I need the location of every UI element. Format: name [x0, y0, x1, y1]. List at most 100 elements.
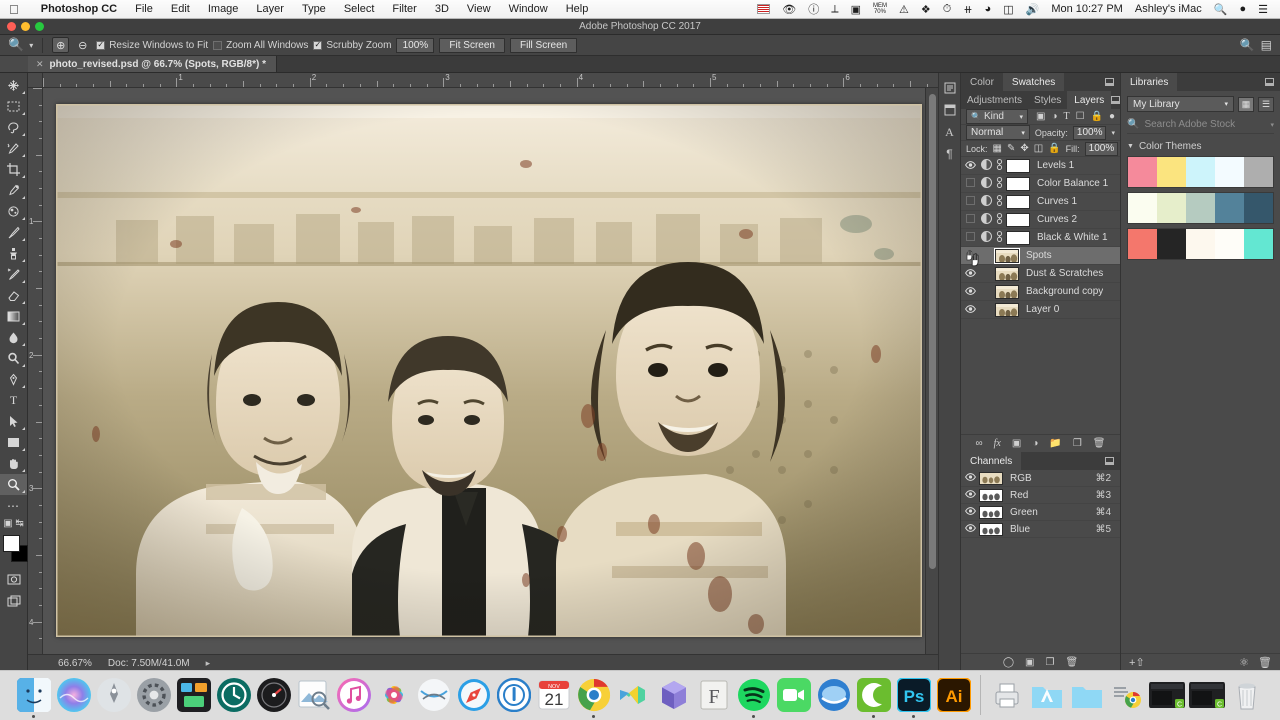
- horizontal-ruler[interactable]: 1234567: [43, 73, 938, 88]
- layer-visibility-on-icon[interactable]: [961, 286, 979, 297]
- layer-row[interactable]: Layer 0: [961, 301, 1120, 319]
- lock-artboard-icon[interactable]: ◫: [1034, 143, 1043, 154]
- layer-mask-thumbnail[interactable]: [1006, 212, 1030, 227]
- layer-mask-link-icon[interactable]: [993, 159, 1006, 172]
- menu-view[interactable]: View: [458, 3, 500, 15]
- time-icon[interactable]: ⏱: [937, 3, 958, 16]
- crop-tool[interactable]: [0, 159, 27, 180]
- layer-mask-thumbnail[interactable]: [1006, 158, 1030, 173]
- dock-item-launchpad[interactable]: [95, 672, 133, 718]
- tab-swatches[interactable]: Swatches: [1002, 73, 1065, 91]
- blend-mode-select[interactable]: Normal ▾: [966, 125, 1030, 140]
- dock-item-cube-app[interactable]: [655, 672, 693, 718]
- history-brush-tool[interactable]: [0, 264, 27, 285]
- color-filter-icon[interactable]: ●: [1109, 111, 1115, 122]
- grid-view-icon[interactable]: ▦: [1238, 96, 1254, 112]
- search-icon[interactable]: 🔍: [1240, 38, 1255, 52]
- dock-item-minimized-window-1[interactable]: C: [1148, 672, 1186, 718]
- zoom-tool[interactable]: [0, 474, 27, 495]
- clock[interactable]: Mon 10:27 PM: [1045, 3, 1129, 15]
- sync-icon[interactable]: ⚛: [1239, 656, 1249, 669]
- layer-thumbnail[interactable]: [994, 247, 1020, 264]
- volume-icon[interactable]: 🔊: [1020, 3, 1046, 16]
- dropbox-icon[interactable]: ❖: [915, 3, 937, 16]
- close-icon[interactable]: ✕: [36, 59, 44, 70]
- tab-layers[interactable]: Layers: [1067, 91, 1112, 109]
- panel-menu-icon[interactable]: [1105, 73, 1120, 91]
- color-swatch[interactable]: [1244, 193, 1273, 223]
- zoom-tool-icon[interactable]: 🔍: [8, 37, 24, 53]
- flag-icon[interactable]: [751, 4, 776, 14]
- dock-item-dashboard[interactable]: [255, 672, 293, 718]
- layer-filter-kind-select[interactable]: 🔍 Kind ▾: [966, 109, 1028, 124]
- list-view-icon[interactable]: ☰: [1258, 96, 1274, 112]
- dock-item-vscode[interactable]: [615, 672, 653, 718]
- load-channel-selection-icon[interactable]: ◯: [1003, 657, 1014, 668]
- zoom-in-button[interactable]: ⊕: [52, 37, 70, 53]
- color-swatch[interactable]: [1215, 157, 1244, 187]
- layer-thumbnail[interactable]: [995, 284, 1019, 299]
- dock-item-photos[interactable]: [375, 672, 413, 718]
- channel-row[interactable]: Blue ⌘5: [961, 521, 1120, 538]
- gradient-tool[interactable]: [0, 306, 27, 327]
- canvas-viewport[interactable]: [43, 88, 925, 654]
- spotlight-search-icon[interactable]: 🔍: [1208, 3, 1234, 16]
- color-swatch[interactable]: [1128, 193, 1157, 223]
- adobe-stock-search[interactable]: 🔍 Search Adobe Stock ▾: [1127, 118, 1274, 134]
- dock-item-onepassword[interactable]: [495, 672, 533, 718]
- dock-item-camtasia[interactable]: [855, 672, 893, 718]
- upload-icon[interactable]: ⇧: [1135, 656, 1144, 669]
- layer-row[interactable]: Curves 2: [961, 211, 1120, 229]
- panel-menu-icon[interactable]: [1105, 452, 1120, 470]
- dock-item-siri[interactable]: [55, 672, 93, 718]
- scrubby-zoom-checkbox[interactable]: ✓ Scrubby Zoom: [313, 40, 391, 51]
- dock-item-minimized-window-2[interactable]: C: [1188, 672, 1226, 718]
- panel-menu-icon[interactable]: [1265, 73, 1280, 91]
- lock-position-icon[interactable]: ✥: [1020, 143, 1028, 154]
- menu-layer[interactable]: Layer: [247, 3, 293, 15]
- menu-image[interactable]: Image: [199, 3, 248, 15]
- path-selection-tool[interactable]: [0, 411, 27, 432]
- color-swatch[interactable]: [1186, 157, 1215, 187]
- dock-item-safari[interactable]: [455, 672, 493, 718]
- eraser-tool[interactable]: [0, 285, 27, 306]
- layer-thumbnail[interactable]: [995, 266, 1019, 281]
- edit-toolbar-button[interactable]: ⋯: [0, 495, 27, 516]
- crosshair-icon[interactable]: ⧺: [957, 3, 978, 16]
- quick-mask-icon[interactable]: [0, 569, 27, 590]
- color-swatch[interactable]: [1215, 229, 1244, 259]
- canvas-vertical-scrollbar[interactable]: [925, 88, 938, 654]
- layer-mask-thumbnail[interactable]: [1006, 176, 1030, 191]
- menu-select[interactable]: Select: [335, 3, 384, 15]
- dock-item-itunes[interactable]: [335, 672, 373, 718]
- fill-value-field[interactable]: 100%: [1084, 141, 1119, 156]
- color-theme-row[interactable]: [1127, 228, 1274, 260]
- notification-center-icon[interactable]: ☰: [1252, 3, 1274, 16]
- vertical-ruler[interactable]: 1 2 3 4: [28, 88, 43, 654]
- type-tool[interactable]: T: [0, 390, 27, 411]
- channel-visibility-icon[interactable]: [961, 507, 979, 517]
- layer-visibility-on-icon[interactable]: [961, 160, 979, 171]
- rectangular-marquee-tool[interactable]: [0, 96, 27, 117]
- layer-mask-link-icon[interactable]: [993, 177, 1006, 190]
- dock-item-facetime[interactable]: [775, 672, 813, 718]
- dock-item-system-preferences[interactable]: [135, 672, 173, 718]
- lock-image-pixels-icon[interactable]: ✎: [1007, 143, 1015, 154]
- alfred-icon[interactable]: ⟂: [825, 3, 844, 16]
- adjustment-filter-icon[interactable]: ◑: [1051, 111, 1057, 122]
- dock-item-font-book[interactable]: F: [695, 672, 733, 718]
- dock-item-illustrator[interactable]: Ai: [935, 672, 973, 718]
- dock-item-downloads-stack[interactable]: [1108, 672, 1146, 718]
- screen-mode-icon[interactable]: [0, 590, 27, 611]
- delete-icon[interactable]: 🗑: [1258, 656, 1272, 669]
- zoom-all-windows-checkbox[interactable]: Zoom All Windows: [213, 40, 308, 51]
- opacity-chevron-down-icon[interactable]: ▾: [1111, 129, 1115, 137]
- tool-preset-chevron-down-icon[interactable]: ▾: [29, 41, 33, 50]
- lock-all-icon[interactable]: 🔒: [1048, 143, 1060, 154]
- layer-visibility-on-icon[interactable]: [961, 304, 979, 315]
- dock-item-finder[interactable]: [15, 672, 53, 718]
- color-swatch[interactable]: [1157, 229, 1186, 259]
- menu-edit[interactable]: Edit: [162, 3, 199, 15]
- user-name[interactable]: Ashley's iMac: [1129, 3, 1208, 15]
- dock-item-printer[interactable]: [988, 672, 1026, 718]
